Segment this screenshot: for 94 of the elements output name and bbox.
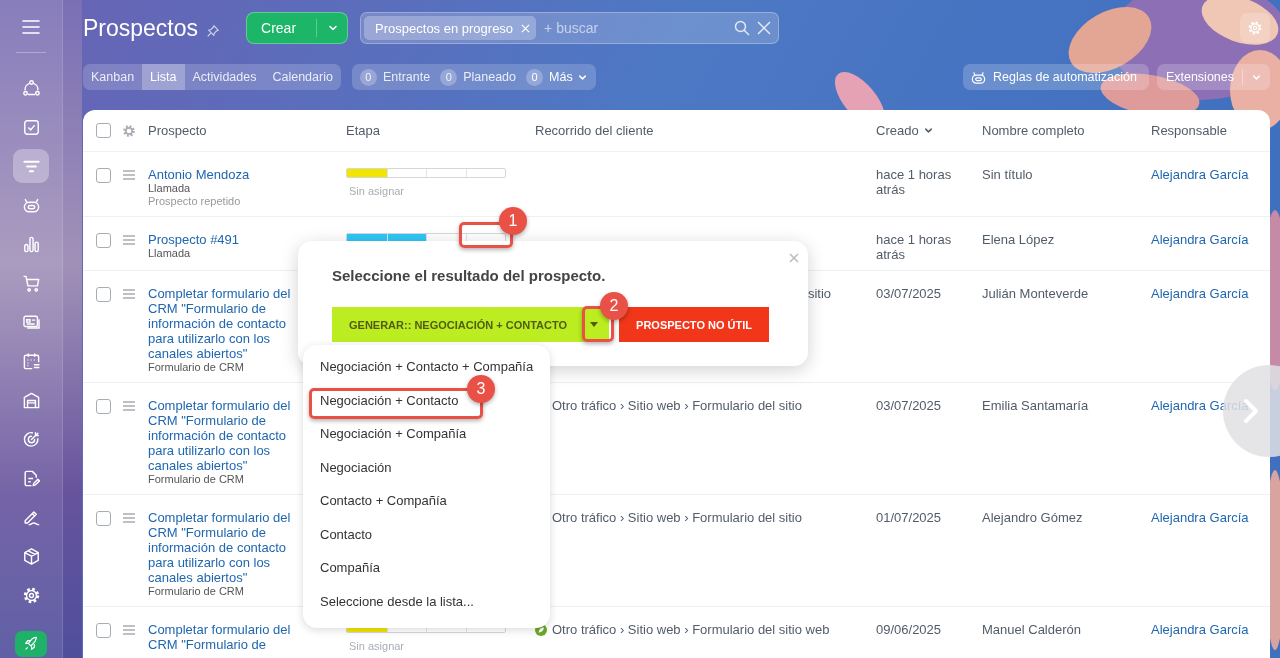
created-date: 09/06/2025 — [876, 622, 943, 637]
box-icon — [21, 546, 41, 566]
stage-label: Sin asignar — [348, 184, 406, 199]
owner-link[interactable]: Alejandra García — [1151, 286, 1249, 301]
contact-card-icon — [21, 312, 41, 332]
column-header[interactable]: Creado — [876, 123, 982, 138]
owner-link[interactable]: Alejandra García — [1151, 232, 1249, 247]
drag-handle-icon[interactable] — [122, 288, 136, 300]
rocket-button[interactable] — [15, 631, 47, 657]
stage-bar[interactable] — [346, 168, 506, 178]
popup-title: Seleccione el resultado del prospecto. — [332, 267, 606, 284]
checkbox[interactable] — [96, 123, 111, 138]
view-tab[interactable]: Actividades — [184, 64, 265, 90]
checkbox[interactable] — [96, 623, 111, 638]
checkbox[interactable] — [96, 287, 111, 302]
drag-handle-icon[interactable] — [122, 512, 136, 524]
settings-icon — [1247, 20, 1263, 36]
lead-link[interactable]: Completar formulario del CRM "Formulario de información de contacto para utilizarlo con los canales abiertos" — [148, 398, 304, 473]
owner-link[interactable]: Alejandra García — [1151, 167, 1249, 182]
column-header[interactable]: Nombre completo — [982, 123, 1151, 138]
checkbox[interactable] — [96, 511, 111, 526]
document-pen-icon — [21, 468, 41, 488]
calendar-icon — [21, 351, 41, 371]
rocket-icon — [23, 636, 39, 652]
created-date: 03/07/2025 — [876, 398, 943, 413]
stage-label: Sin asignar — [348, 639, 406, 654]
remove-icon[interactable] — [521, 23, 531, 33]
journey-path: Otro tráfico › Sitio web › Formulario del sitio — [552, 510, 803, 525]
convert-button[interactable]: GENERAR:: NEGOCIACIÓN + CONTACTO — [332, 307, 610, 342]
target-icon — [21, 429, 41, 449]
view-tab[interactable]: Kanban — [83, 64, 143, 90]
full-name: Manuel Calderón — [982, 622, 1082, 637]
close-icon[interactable] — [756, 20, 773, 36]
menu-item[interactable]: Negociación + Compañía — [320, 426, 467, 442]
garage-icon — [21, 390, 41, 410]
column-header[interactable]: Prospecto — [148, 123, 346, 138]
page-title: Prospectos — [83, 14, 199, 42]
lead-link[interactable]: Completar formulario del CRM "Formulario de — [148, 622, 304, 652]
created-date: hace 1 horas atrás — [876, 232, 953, 262]
lead-source: Llamada — [148, 182, 192, 195]
lead-source: Llamada — [148, 247, 192, 260]
menu-item[interactable]: Negociación + Contacto + Compañía — [320, 359, 534, 375]
drag-handle-icon[interactable] — [122, 624, 136, 636]
menu-item[interactable]: Negociación — [320, 459, 392, 475]
lead-source: Formulario de CRM — [148, 585, 245, 598]
checkbox[interactable] — [96, 233, 111, 248]
checkbox[interactable] — [96, 399, 111, 414]
share-nodes-icon — [21, 78, 41, 98]
caret-icon — [589, 322, 598, 327]
full-name: Sin título — [982, 167, 1034, 182]
settings-button[interactable] — [1240, 13, 1270, 43]
lead-link[interactable]: Antonio Mendoza — [148, 167, 304, 182]
created-date: 01/07/2025 — [876, 510, 943, 525]
full-name: Elena López — [982, 232, 1056, 247]
bar-chart-icon — [21, 234, 41, 254]
drag-handle-icon[interactable] — [122, 400, 136, 412]
menu-item[interactable]: Compañía — [320, 560, 380, 576]
sidebar-item[interactable] — [13, 149, 49, 183]
full-name: Julián Monteverde — [982, 286, 1090, 301]
menu-item[interactable]: Seleccione desde la lista... — [320, 593, 474, 609]
full-name: Emilia Santamaría — [982, 398, 1090, 413]
lead-link[interactable]: Prospecto #491 — [148, 232, 304, 247]
junk-button[interactable]: PROSPECTO NO ÚTIL — [619, 307, 769, 342]
journey-path: sitio — [807, 286, 831, 301]
lead-link[interactable]: Completar formulario del CRM "Formulario de información de contacto para utilizarlo con los canales abiertos" — [148, 510, 304, 585]
sort-caret-icon — [922, 125, 934, 136]
settings-icon — [21, 585, 41, 605]
owner-link[interactable]: Alejandra García — [1151, 510, 1249, 525]
menu-item[interactable]: Contacto — [320, 526, 373, 542]
close-icon[interactable] — [788, 252, 800, 264]
more-menu[interactable]: 0 Más — [526, 68, 588, 86]
full-name: Alejandro Gómez — [982, 510, 1084, 525]
journey-path: Otro tráfico › Sitio web › Formulario del sitio — [552, 398, 803, 413]
drag-handle-icon[interactable] — [122, 234, 136, 246]
settings-icon[interactable] — [122, 123, 136, 138]
drag-handle-icon[interactable] — [122, 169, 136, 181]
created-date: 03/07/2025 — [876, 286, 943, 301]
lead-source: Prospecto repetido — [148, 195, 242, 208]
menu-item[interactable]: Contacto + Compañía — [320, 493, 447, 509]
created-date: hace 1 horas atrás — [876, 167, 953, 197]
column-header[interactable]: Recorrido del cliente — [535, 123, 876, 138]
column-header[interactable]: Responsable — [1151, 123, 1270, 138]
pin-icon[interactable] — [206, 24, 221, 38]
task-check-icon — [21, 117, 41, 137]
column-header[interactable]: Etapa — [346, 123, 535, 138]
robot-icon — [971, 69, 987, 85]
owner-link[interactable]: Alejandra García — [1151, 622, 1249, 637]
checkbox[interactable] — [96, 168, 111, 183]
lead-source: Formulario de CRM — [148, 473, 245, 486]
menu-item[interactable]: Negociación + Contacto — [320, 392, 459, 408]
cart-icon — [21, 273, 41, 293]
journey-path: Otro tráfico › Sitio web › Formulario del sitio web — [552, 622, 831, 637]
menu-icon[interactable] — [21, 19, 41, 35]
search-icon[interactable] — [734, 20, 751, 36]
